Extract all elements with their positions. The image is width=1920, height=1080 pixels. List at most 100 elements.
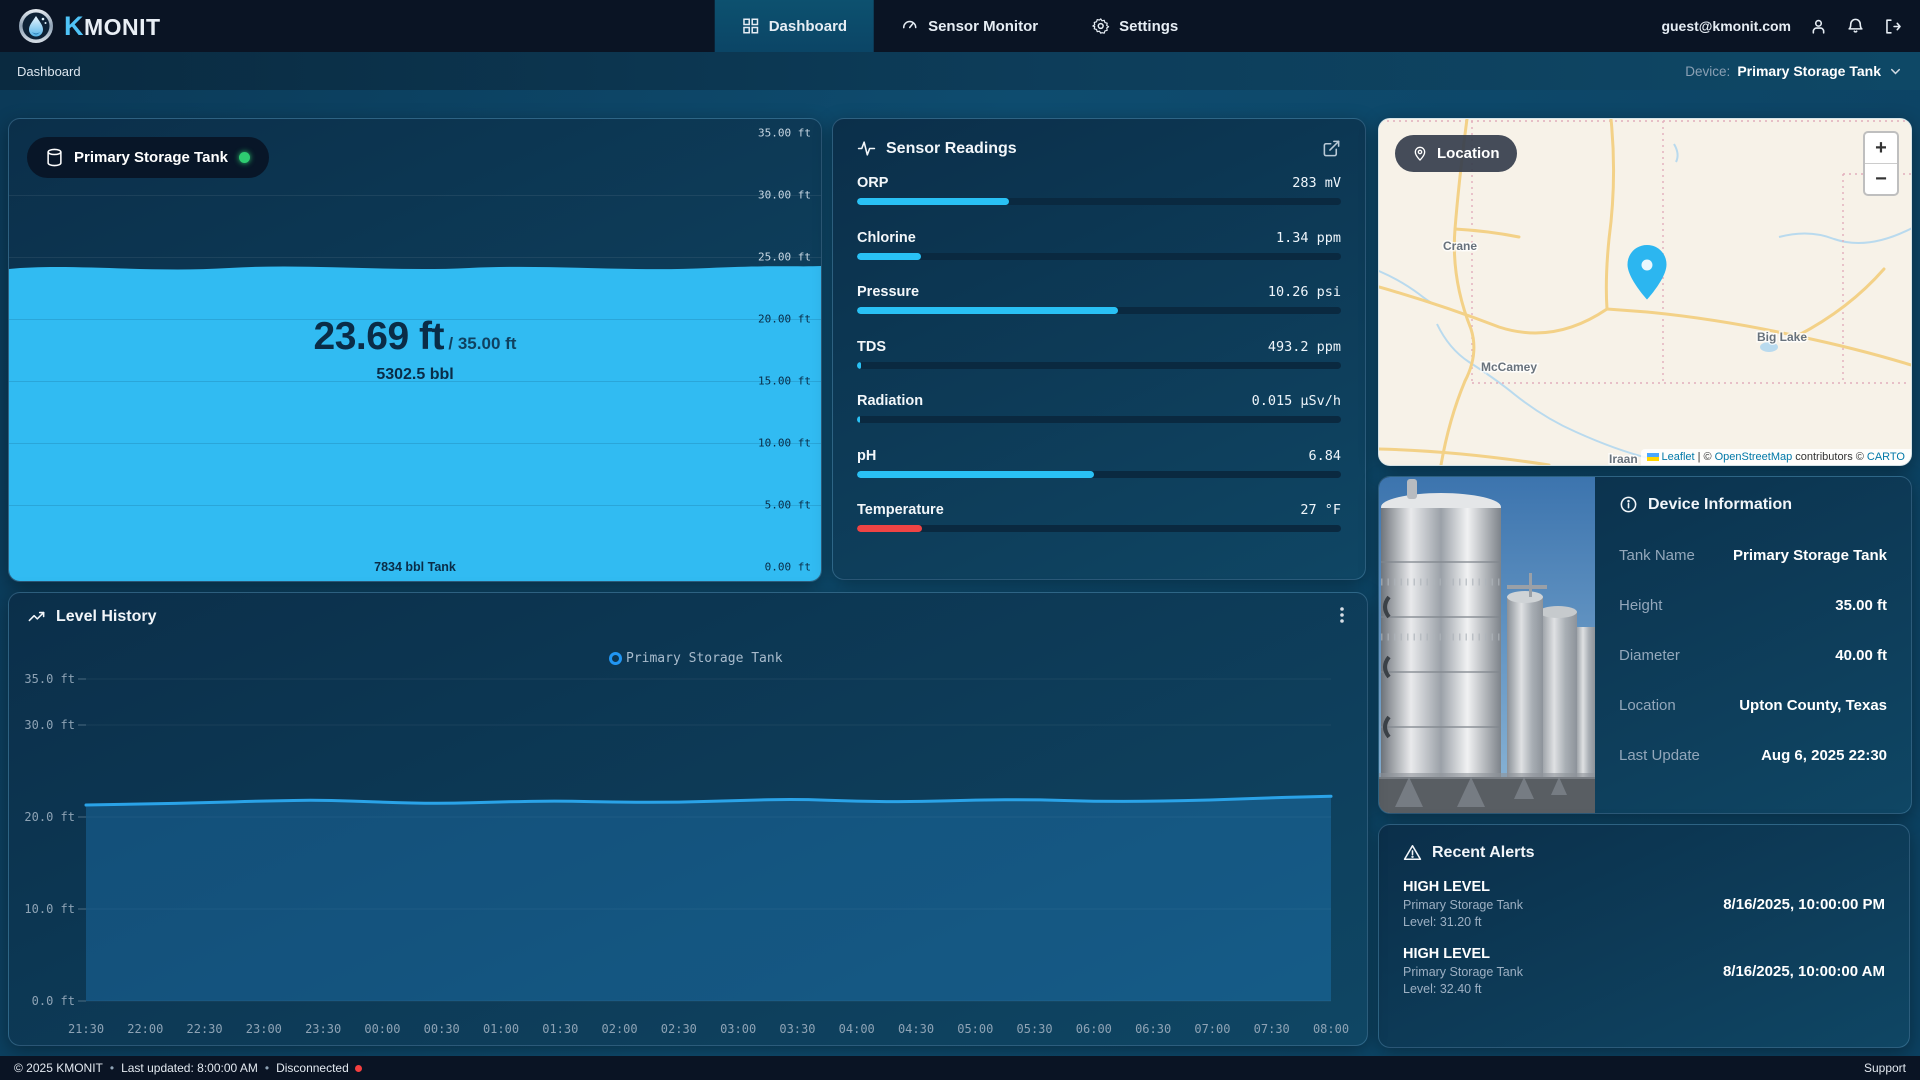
tank-capacity-label: 7834 bbl Tank (9, 560, 821, 574)
sensor-label: ORP (857, 175, 888, 191)
alerts-title: Recent Alerts (1432, 844, 1535, 862)
breadcrumb: Dashboard (17, 64, 81, 79)
sensor-value: 6.84 (1308, 448, 1341, 464)
gauge-icon (901, 17, 919, 35)
location-badge: Location (1395, 135, 1517, 172)
device-selector[interactable]: Device: Primary Storage Tank (1685, 63, 1903, 79)
map-zoom-out-button[interactable]: − (1865, 164, 1897, 194)
tank-volume: 5302.5 bbl (9, 366, 821, 384)
tank-level-value: 23.69 ft (314, 315, 444, 358)
tank-gridline (9, 257, 821, 258)
chart-legend[interactable]: Primary Storage Tank (609, 651, 783, 666)
chart-x-tick-label: 06:00 (1076, 1022, 1112, 1036)
tab-sensor-monitor[interactable]: Sensor Monitor (874, 0, 1065, 52)
chart-x-tick-label: 07:00 (1194, 1022, 1230, 1036)
chart-x-tick-label: 03:00 (720, 1022, 756, 1036)
leaflet-link[interactable]: Leaflet (1662, 451, 1695, 463)
device-info-content: Device Information Tank NamePrimary Stor… (1595, 477, 1911, 813)
sensor-row: pH6.84 (857, 448, 1341, 478)
chart-y-tick-label: 30.0 ft (24, 718, 75, 732)
chart-x-tick-label: 01:30 (542, 1022, 578, 1036)
alert-device: Primary Storage Tank (1403, 965, 1523, 979)
sensor-row-header: ORP283 mV (857, 175, 1341, 191)
alert-item[interactable]: HIGH LEVEL Primary Storage Tank Level: 32.… (1403, 946, 1885, 996)
info-icon (1619, 495, 1638, 514)
alert-timestamp: 8/16/2025, 10:00:00 PM (1723, 896, 1885, 913)
carto-link[interactable]: CARTO (1867, 451, 1905, 463)
sensor-value: 1.34 ppm (1276, 230, 1341, 246)
sensor-bar-track (857, 416, 1341, 423)
openstreetmap-link[interactable]: OpenStreetMap (1715, 451, 1793, 463)
legend-marker-icon (609, 652, 622, 665)
legend-label: Primary Storage Tank (626, 651, 783, 666)
device-selector-label: Device: (1685, 64, 1730, 79)
sensor-value: 0.015 µSv/h (1252, 393, 1341, 409)
chart-x-tick-label: 04:30 (898, 1022, 934, 1036)
alert-type: HIGH LEVEL (1403, 946, 1523, 962)
kebab-menu-icon[interactable] (1333, 605, 1351, 625)
alert-item[interactable]: HIGH LEVELPrimary Storage TankLevel: 31.… (1403, 879, 1885, 929)
chart-y-tick-label: 20.0 ft (24, 810, 75, 824)
alert-level: Level: 31.20 ft (1403, 915, 1523, 929)
location-map-panel[interactable]: Crane McCamey Big Lake Iraan Location + … (1378, 118, 1912, 466)
device-info-row: Diameter40.00 ft (1619, 647, 1887, 664)
chart-x-tick-label: 08:00 (1313, 1022, 1349, 1036)
tab-settings[interactable]: Settings (1065, 0, 1205, 52)
chart-x-tick-label: 05:30 (1017, 1022, 1053, 1036)
footer-sep2: • (265, 1061, 269, 1075)
brand-wordmark: KMONIT (64, 11, 161, 42)
sensor-panel-title: Sensor Readings (886, 140, 1017, 158)
device-selector-value: Primary Storage Tank (1737, 63, 1881, 79)
device-info-label: Tank Name (1619, 547, 1695, 564)
map-town-big-lake: Big Lake (1757, 330, 1807, 344)
chart-x-tick-label: 01:00 (483, 1022, 519, 1036)
sensor-row-header: Temperature27 °F (857, 502, 1341, 518)
chart-x-tick-label: 22:30 (187, 1022, 223, 1036)
tank-axis-label: 10.00 ft (758, 437, 811, 450)
sensor-bar-track (857, 307, 1341, 314)
recent-alerts-panel: Recent Alerts HIGH LEVEL Primary Storage … (1378, 824, 1910, 1048)
tank-level-readout: 23.69 ft / 35.00 ft 5302.5 bbl (9, 315, 821, 384)
map-town-mccamey: McCamey (1481, 360, 1537, 374)
sensor-bar-fill (857, 525, 922, 532)
brand-rest: MONIT (84, 14, 161, 40)
chart-y-tick-label: 35.0 ft (24, 672, 75, 686)
brand-k: K (64, 11, 84, 41)
device-info-row: LocationUpton County, Texas (1619, 697, 1887, 714)
alert-level: Level: 32.40 ft (1403, 982, 1523, 996)
activity-pulse-icon (857, 139, 876, 158)
tank-axis-label: 5.00 ft (765, 499, 811, 512)
footer-last-updated: Last updated: 8:00:00 AM (121, 1061, 258, 1075)
support-link[interactable]: Support (1864, 1061, 1906, 1075)
map-zoom-in-button[interactable]: + (1865, 133, 1897, 164)
bell-icon[interactable] (1846, 17, 1865, 36)
device-info-value: Aug 6, 2025 22:30 (1761, 747, 1887, 764)
disconnected-status-dot (355, 1065, 362, 1072)
sensor-panel-header: Sensor Readings (857, 139, 1341, 158)
sensor-value: 10.26 psi (1268, 284, 1341, 300)
chart-x-tick-label: 02:00 (602, 1022, 638, 1036)
tank-axis-label: 25.00 ft (758, 251, 811, 264)
tab-dashboard[interactable]: Dashboard (715, 0, 874, 52)
sensor-bar-track (857, 525, 1341, 532)
device-info-label: Last Update (1619, 747, 1700, 764)
attribution-sep2: contributors © (1795, 451, 1864, 463)
sensor-label: Temperature (857, 502, 944, 518)
user-email: guest@kmonit.com (1661, 18, 1791, 34)
logout-icon[interactable] (1883, 17, 1902, 36)
external-link-icon[interactable] (1322, 139, 1341, 158)
sensor-row: Radiation0.015 µSv/h (857, 393, 1341, 423)
tab-settings-label: Settings (1119, 18, 1178, 35)
sensor-value: 493.2 ppm (1268, 339, 1341, 355)
user-icon[interactable] (1809, 17, 1828, 36)
tab-sensor-monitor-label: Sensor Monitor (928, 18, 1038, 35)
sensor-row-header: Pressure10.26 psi (857, 284, 1341, 300)
device-info-row: Height35.00 ft (1619, 597, 1887, 614)
alert-type: HIGH LEVEL (1403, 879, 1523, 895)
chart-y-tick-label: 0.0 ft (32, 994, 75, 1008)
chart-x-tick-label: 05:00 (957, 1022, 993, 1036)
tank-photo (1379, 477, 1595, 813)
sensor-row: Pressure10.26 psi (857, 284, 1341, 314)
alert-items: HIGH LEVEL Primary Storage Tank Level: 31.… (1403, 879, 1885, 996)
chart-y-tick-label: 10.0 ft (24, 902, 75, 916)
